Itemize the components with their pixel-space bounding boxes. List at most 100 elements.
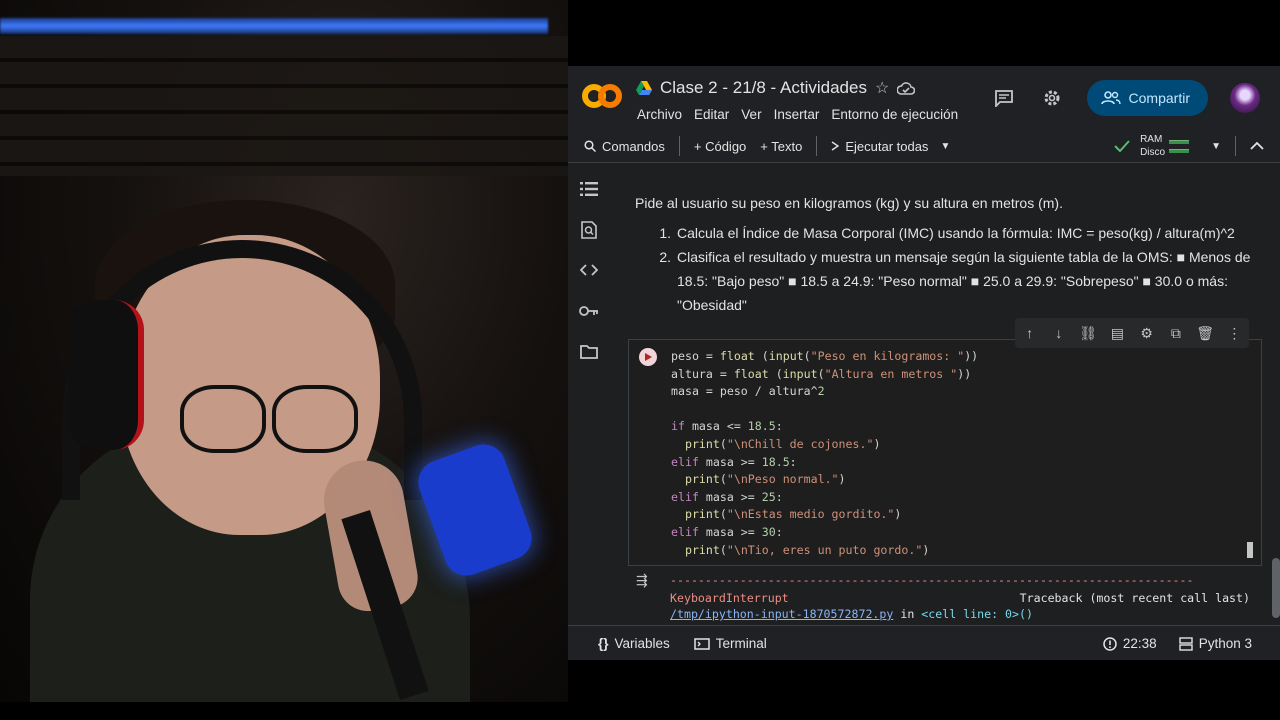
menu-bar: Archivo Editar Ver Insertar Entorno de e… xyxy=(637,107,958,122)
notebook-title[interactable]: Clase 2 - 21/8 - Actividades xyxy=(660,78,867,98)
clear-output-icon[interactable]: ⇶ xyxy=(636,572,656,588)
disk-label: Disco xyxy=(1140,147,1166,158)
variables-label: Variables xyxy=(614,636,670,651)
toolbar-divider xyxy=(1235,136,1236,156)
resources-dropdown-icon[interactable]: ▼ xyxy=(1211,141,1221,152)
table-of-contents-icon[interactable] xyxy=(579,179,599,199)
ram-label: RAM xyxy=(1140,134,1163,145)
colab-window: Clase 2 - 21/8 - Actividades ☆ Archivo E… xyxy=(568,66,1280,660)
settings-gear-icon[interactable] xyxy=(1039,85,1065,111)
scrollbar-thumb[interactable] xyxy=(1247,542,1253,558)
page-scrollbar[interactable] xyxy=(1272,558,1280,618)
left-sidebar xyxy=(568,163,610,625)
find-replace-icon[interactable] xyxy=(579,220,599,240)
code-line: elif masa >= 30: xyxy=(671,524,783,539)
comments-icon[interactable] xyxy=(991,85,1017,111)
code-line: print("\nPeso normal.") xyxy=(684,472,846,487)
menu-item-insertar[interactable]: Insertar xyxy=(774,107,820,122)
code-line: print("\nTio, eres un puto gordo.") xyxy=(684,542,930,557)
people-icon xyxy=(1100,91,1121,105)
add-text-button[interactable]: + Texto xyxy=(760,139,802,154)
server-icon xyxy=(1179,636,1193,651)
execution-time: 22:38 xyxy=(1122,636,1157,651)
move-up-icon[interactable]: ↑ xyxy=(1019,325,1041,341)
menu-item-entorno[interactable]: Entorno de ejecución xyxy=(831,107,958,122)
toolbar-divider xyxy=(816,136,818,156)
code-line: print("\nChill de cojones.") xyxy=(684,436,881,451)
share-button-label: Compartir xyxy=(1128,90,1190,106)
header: Clase 2 - 21/8 - Actividades ☆ Archivo E… xyxy=(568,66,1280,130)
cell-toolbar: ↑ ↓ ⛓ ▤ ⚙ ⧉ 🗑 ⋮ xyxy=(1015,318,1249,348)
runtime-button[interactable]: Python 3 xyxy=(1179,636,1252,651)
list-item-number: 2. xyxy=(659,249,671,265)
terminal-button[interactable]: Terminal xyxy=(694,636,767,651)
menu-item-editar[interactable]: Editar xyxy=(694,107,729,122)
info-icon xyxy=(1103,636,1117,651)
share-button[interactable]: Compartir xyxy=(1086,80,1208,116)
execution-time-indicator[interactable]: 22:38 xyxy=(1103,636,1157,651)
traceback-file-link[interactable]: /tmp/ipython-input-1870572872.py xyxy=(670,607,893,621)
terminal-icon xyxy=(694,637,710,650)
run-all-dropdown-icon[interactable]: ▼ xyxy=(940,141,950,152)
code-line: elif masa >= 25: xyxy=(671,489,783,504)
resources-indicator[interactable]: RAM Disco ▼ xyxy=(1114,130,1280,162)
list-item-text: Calcula el Índice de Masa Corporal (IMC)… xyxy=(677,225,1235,241)
code-line: print("\nEstas medio gordito.") xyxy=(684,507,902,522)
code-snippets-icon[interactable] xyxy=(579,260,599,280)
play-icon xyxy=(831,141,840,151)
code-line: peso = float (input("Peso en kilogramos:… xyxy=(671,349,979,363)
list-item: 2. Clasifica el resultado y muestra un me… xyxy=(655,245,1260,317)
list-item-number: 1. xyxy=(659,225,671,241)
mirror-cell-icon[interactable]: ⧉ xyxy=(1165,325,1187,342)
error-name: KeyboardInterrupt xyxy=(670,591,789,605)
braces-icon: {} xyxy=(598,636,609,651)
variables-button[interactable]: {} Variables xyxy=(598,636,670,651)
traceback-in: in xyxy=(893,607,922,621)
resource-bars xyxy=(1169,139,1190,153)
chevron-up-icon[interactable] xyxy=(1250,141,1264,151)
terminal-label: Terminal xyxy=(715,636,767,651)
cell-settings-gear-icon[interactable]: ⚙ xyxy=(1136,325,1158,342)
avatar[interactable] xyxy=(1230,83,1260,113)
led-light-strip xyxy=(0,18,548,34)
notebook-content: Pide al usuario su peso en kilogramos (k… xyxy=(610,163,1280,625)
run-cell-button[interactable] xyxy=(639,348,657,366)
comment-icon[interactable]: ▤ xyxy=(1106,325,1128,342)
star-icon[interactable]: ☆ xyxy=(875,78,889,98)
colab-logo-icon[interactable] xyxy=(582,80,622,112)
move-down-icon[interactable]: ↓ xyxy=(1048,325,1070,341)
commands-label: Comandos xyxy=(602,138,665,154)
run-all-label: Ejecutar todas xyxy=(845,138,929,154)
files-folder-icon[interactable] xyxy=(579,342,599,362)
add-code-label: + Código xyxy=(693,138,747,154)
text-cell-paragraph: Pide al usuario su peso en kilogramos (k… xyxy=(635,195,1063,211)
link-icon[interactable]: ⛓ xyxy=(1077,325,1099,342)
traceback-label: Traceback (most recent call last) xyxy=(1019,591,1250,605)
menu-item-ver[interactable]: Ver xyxy=(741,107,761,122)
commands-button[interactable]: Comandos xyxy=(584,139,665,154)
more-vert-icon[interactable]: ⋮ xyxy=(1223,325,1245,342)
code-line: elif masa >= 18.5: xyxy=(671,454,797,469)
add-code-button[interactable]: + Código xyxy=(694,139,746,154)
webcam-feed xyxy=(0,0,568,702)
menu-item-archivo[interactable]: Archivo xyxy=(637,107,682,122)
cell-output: ⇶ --------------------------------------… xyxy=(628,568,1260,625)
list-item: 1. Calcula el Índice de Masa Corporal (IM… xyxy=(655,221,1260,245)
code-line: masa = peso / altura^2 xyxy=(671,384,825,399)
glasses xyxy=(180,385,360,455)
search-icon xyxy=(584,140,596,152)
connected-check-icon xyxy=(1114,140,1130,152)
cloud-saved-icon[interactable] xyxy=(897,81,916,95)
notebook-toolbar: Comandos + Código + Texto Ejecutar todas… xyxy=(568,130,1280,163)
code-cell[interactable]: peso = float (input("Peso en kilogramos:… xyxy=(628,339,1262,566)
run-all-button[interactable]: Ejecutar todas xyxy=(831,139,928,154)
secrets-key-icon[interactable] xyxy=(579,301,599,321)
play-icon xyxy=(645,353,652,361)
delete-trash-icon[interactable]: 🗑 xyxy=(1194,325,1216,342)
toolbar-divider xyxy=(678,136,680,156)
runtime-label: Python 3 xyxy=(1198,636,1252,651)
code-editor[interactable]: peso = float (input("Peso en kilogramos:… xyxy=(671,348,978,559)
drive-icon xyxy=(636,81,652,95)
traceback-separator: ----------------------------------------… xyxy=(670,573,1194,587)
headphone-ear-cup xyxy=(68,300,144,450)
